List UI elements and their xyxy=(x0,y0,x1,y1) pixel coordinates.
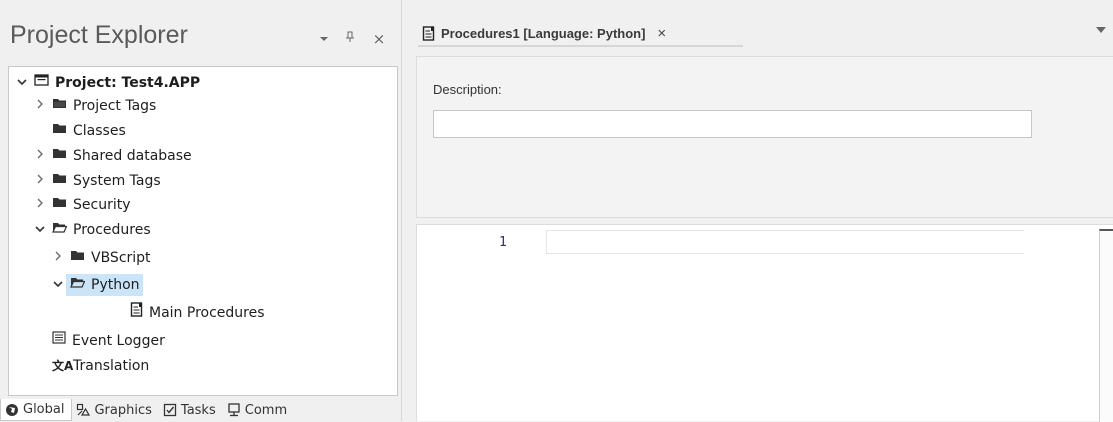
line-number: 1 xyxy=(499,235,507,250)
tree-item-label: Shared database xyxy=(73,148,192,164)
tree-item-label: Classes xyxy=(73,123,126,139)
tree-item-shared-database[interactable]: Shared database xyxy=(32,145,192,167)
vertical-scrollbar[interactable] xyxy=(1099,229,1113,422)
selection-highlight[interactable]: Python xyxy=(66,274,143,296)
description-label: Description: xyxy=(433,82,502,97)
tree-item-label: VBScript xyxy=(91,250,151,266)
procedure-editor: Procedures1 [Language: Python] × Descrip… xyxy=(402,0,1113,422)
pin-icon xyxy=(346,31,354,42)
project-explorer-panel: Project Explorer × Project: Test4.APP Pr… xyxy=(0,0,402,421)
translate-icon: 文A xyxy=(52,359,74,373)
panel-dropdown-button[interactable] xyxy=(316,31,332,47)
folder-icon xyxy=(52,170,67,192)
explorer-header: Project Explorer × xyxy=(0,0,402,64)
chevron-right-icon[interactable] xyxy=(32,194,48,216)
document-tab-procedures1[interactable]: Procedures1 [Language: Python] × xyxy=(422,21,666,45)
tab-comm[interactable]: Comm xyxy=(223,399,294,421)
document-tab-bar: Procedures1 [Language: Python] × xyxy=(402,0,1113,50)
tree-item-label: Main Procedures xyxy=(149,305,265,321)
tree-item-label: Project: Test4.APP xyxy=(55,75,201,91)
folder-icon xyxy=(70,247,85,269)
chevron-expanded-icon[interactable] xyxy=(50,274,66,296)
folder-icon xyxy=(52,194,67,216)
project-tree: Project: Test4.APP Project Tags Classes … xyxy=(8,66,398,396)
tree-item-label: System Tags xyxy=(73,173,161,189)
tab-graphics[interactable]: Graphics xyxy=(72,399,158,421)
tree-item-event-logger[interactable]: Event Logger xyxy=(48,330,165,352)
folder-icon xyxy=(52,95,67,117)
tree-item-label: Translation xyxy=(73,358,150,374)
tab-list-dropdown-button[interactable] xyxy=(1096,26,1106,37)
chevron-down-icon xyxy=(1096,27,1106,33)
tree-item-project-tags[interactable]: Project Tags xyxy=(32,95,156,117)
tree-item-label: Python xyxy=(91,277,140,293)
tab-label: Global xyxy=(23,402,65,417)
chevron-right-icon[interactable] xyxy=(32,170,48,192)
tree-item-main-procedures[interactable]: Main Procedures xyxy=(126,301,265,325)
script-document-icon xyxy=(422,25,435,41)
tab-global[interactable]: Global xyxy=(0,399,73,421)
tree-item-label: Security xyxy=(73,197,131,213)
folder-icon xyxy=(52,145,67,167)
close-tab-button[interactable]: × xyxy=(657,25,666,42)
tree-item-system-tags[interactable]: System Tags xyxy=(32,170,161,192)
current-line-highlight[interactable] xyxy=(546,230,1024,254)
tree-item-translation[interactable]: 文A Translation xyxy=(48,355,149,377)
active-tab-underline xyxy=(418,45,743,47)
pin-button[interactable] xyxy=(342,31,358,47)
folder-icon xyxy=(52,120,67,142)
chevron-right-icon[interactable] xyxy=(32,95,48,117)
tree-item-project[interactable]: Project: Test4.APP xyxy=(14,72,200,94)
tab-tasks[interactable]: Tasks xyxy=(159,399,223,421)
document-tab-label: Procedures1 [Language: Python] xyxy=(441,25,646,41)
tab-label: Tasks xyxy=(180,402,216,418)
panel-close-button[interactable]: × xyxy=(371,31,387,47)
description-input[interactable] xyxy=(433,110,1032,138)
explorer-bottom-tabs: Global Graphics Tasks Comm xyxy=(0,398,402,421)
tasks-icon xyxy=(163,403,177,417)
chevron-expanded-icon[interactable] xyxy=(32,219,48,241)
list-icon xyxy=(52,330,66,352)
graphics-icon xyxy=(77,403,91,416)
comm-icon xyxy=(228,403,240,417)
description-panel: Description: xyxy=(416,56,1113,218)
tree-item-label: Procedures xyxy=(73,222,151,238)
folder-open-icon xyxy=(52,219,68,241)
chevron-expanded-icon[interactable] xyxy=(14,72,30,94)
chevron-down-icon xyxy=(320,37,328,41)
tree-item-vbscript[interactable]: VBScript xyxy=(50,247,151,269)
globe-icon xyxy=(6,403,18,416)
chevron-right-icon[interactable] xyxy=(32,145,48,167)
project-icon xyxy=(34,72,49,94)
tab-label: Graphics xyxy=(94,402,152,418)
tree-item-label: Event Logger xyxy=(72,333,165,349)
folder-open-icon xyxy=(70,274,86,296)
explorer-title: Project Explorer xyxy=(10,21,188,49)
script-document-icon xyxy=(130,301,143,325)
tree-item-security[interactable]: Security xyxy=(32,194,131,216)
tab-label: Comm xyxy=(244,402,288,418)
code-editor[interactable]: 1 xyxy=(416,224,1113,422)
chevron-right-icon[interactable] xyxy=(50,247,66,269)
tree-item-classes[interactable]: Classes xyxy=(48,120,126,142)
tree-item-python[interactable]: Python xyxy=(50,274,143,296)
tree-item-label: Project Tags xyxy=(73,98,157,114)
tree-item-procedures[interactable]: Procedures xyxy=(32,219,151,241)
